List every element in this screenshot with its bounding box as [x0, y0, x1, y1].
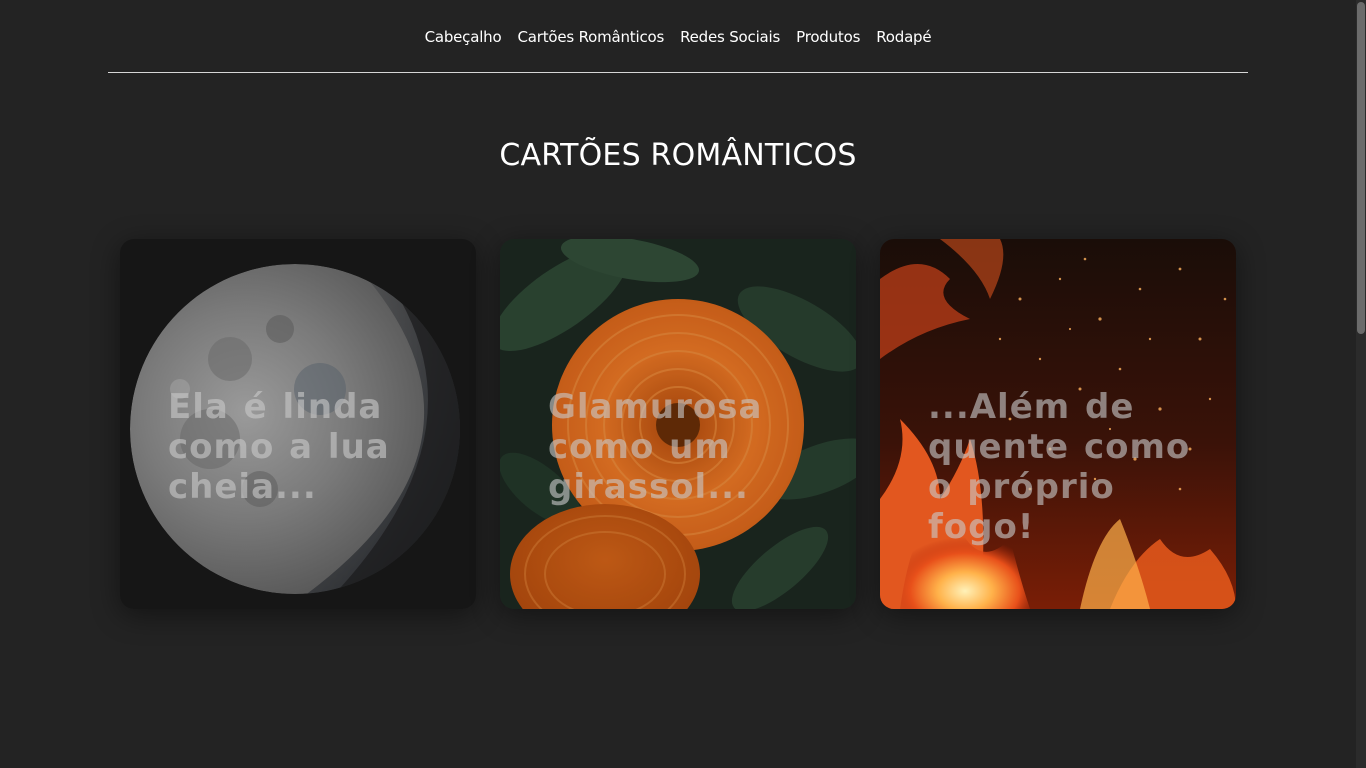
- scrollbar-thumb[interactable]: [1357, 2, 1365, 334]
- top-navigation: Cabeçalho Cartões Românticos Redes Socia…: [108, 0, 1248, 73]
- nav-link-produtos[interactable]: Produtos: [796, 28, 860, 46]
- card-caption: ...Além de quente como o próprio fogo!: [928, 387, 1191, 547]
- card-caption: Glamurosa como um girassol...: [548, 387, 763, 507]
- romantic-card-flower[interactable]: Glamurosa como um girassol...: [500, 239, 856, 609]
- romantic-card-fire[interactable]: ...Além de quente como o próprio fogo!: [880, 239, 1236, 609]
- nav-link-cabecalho[interactable]: Cabeçalho: [425, 28, 502, 46]
- nav-item-redes: Redes Sociais: [680, 27, 780, 46]
- nav-link-rodape[interactable]: Rodapé: [876, 28, 931, 46]
- vertical-scrollbar[interactable]: [1356, 0, 1366, 768]
- romantic-card-moon[interactable]: Ela é linda como a lua cheia...: [120, 239, 476, 609]
- nav-item-produtos: Produtos: [796, 27, 860, 46]
- page: Cabeçalho Cartões Românticos Redes Socia…: [0, 0, 1366, 768]
- card-caption: Ela é linda como a lua cheia...: [168, 387, 390, 507]
- nav-item-cartoes: Cartões Românticos: [517, 27, 664, 46]
- nav-list: Cabeçalho Cartões Românticos Redes Socia…: [425, 27, 932, 46]
- nav-link-redes-sociais[interactable]: Redes Sociais: [680, 28, 780, 46]
- nav-item-cabecalho: Cabeçalho: [425, 27, 502, 46]
- section-title: CARTÕES ROMÂNTICOS: [499, 138, 857, 173]
- nav-item-rodape: Rodapé: [876, 27, 931, 46]
- cards-container: Ela é linda como a lua cheia... Glamuros…: [120, 239, 1236, 609]
- nav-link-cartoes-romanticos[interactable]: Cartões Românticos: [517, 28, 664, 46]
